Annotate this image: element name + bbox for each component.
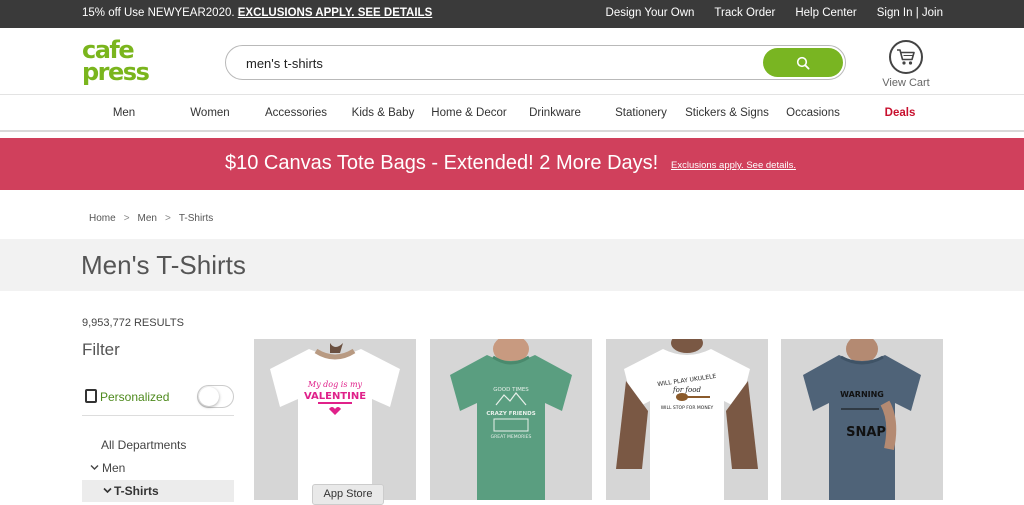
promo-code-text: 15% off Use NEWYEAR2020.: [82, 7, 235, 19]
cafepress-logo[interactable]: cafe press: [82, 38, 156, 86]
site-header: cafe press men's t-shirts View Cart: [0, 28, 1024, 94]
breadcrumb-home[interactable]: Home: [89, 213, 116, 224]
product-3-text-2: for food: [672, 386, 701, 394]
toggle-knob: [199, 387, 219, 406]
category-nav: Men Women Accessories Kids & Baby Home &…: [0, 94, 1024, 132]
breadcrumb: Home > Men > T-Shirts: [89, 213, 213, 224]
product-card[interactable]: My dog is my VALENTINE: [254, 339, 416, 500]
nav-kids-baby[interactable]: Kids & Baby: [352, 107, 415, 119]
personalize-icon: [85, 389, 97, 403]
shopping-cart-icon: [897, 49, 915, 65]
chevron-down-icon: [103, 487, 112, 494]
chevron-down-icon: [90, 465, 99, 470]
utility-links: Design Your Own Track Order Help Center …: [606, 7, 943, 19]
cart-icon-circle: [889, 40, 923, 74]
promo-text: 15% off Use NEWYEAR2020. EXCLUSIONS APPL…: [82, 7, 432, 19]
product-image: GOOD TIMES CRAZY FRIENDS GREAT MEMORIES: [430, 339, 592, 500]
banner-details-link[interactable]: Exclusions apply. See details.: [671, 160, 796, 171]
tshirts-category-label: T-Shirts: [114, 484, 159, 498]
help-center-link[interactable]: Help Center: [795, 7, 856, 19]
promo-banner[interactable]: $10 Canvas Tote Bags - Extended! 2 More …: [0, 138, 1024, 190]
page-title: Men's T-Shirts: [81, 250, 246, 280]
breadcrumb-separator: >: [123, 213, 130, 224]
design-your-own-link[interactable]: Design Your Own: [606, 7, 695, 19]
product-1-text-1: My dog is my: [307, 380, 363, 389]
search-input[interactable]: men's t-shirts: [246, 56, 323, 71]
product-4-text-1: WARNING: [840, 390, 884, 399]
product-card[interactable]: GOOD TIMES CRAZY FRIENDS GREAT MEMORIES: [430, 339, 592, 500]
product-card[interactable]: WILL PLAY UKULELE for food WILL STOP FOR…: [606, 339, 768, 500]
breadcrumb-tshirts: T-Shirts: [178, 213, 214, 224]
men-category-label: Men: [102, 461, 126, 475]
product-3-text-3: WILL STOP FOR MONEY: [661, 405, 714, 411]
product-2-text-2: CRAZY FRIENDS: [486, 411, 535, 417]
nav-stickers-signs[interactable]: Stickers & Signs: [685, 107, 769, 119]
nav-occasions[interactable]: Occasions: [786, 107, 840, 119]
breadcrumb-men[interactable]: Men: [138, 213, 157, 224]
nav-deals[interactable]: Deals: [885, 107, 916, 119]
personalized-filter: Personalized: [82, 378, 234, 416]
product-2-text-3: GREAT MEMORIES: [491, 434, 532, 440]
product-2-text-1: GOOD TIMES: [493, 387, 529, 393]
view-cart-button[interactable]: View Cart: [878, 40, 934, 89]
all-departments-link[interactable]: All Departments: [101, 438, 186, 452]
product-image: My dog is my VALENTINE: [254, 339, 416, 500]
sign-in-join-link[interactable]: Sign In | Join: [877, 7, 943, 19]
search-icon: [796, 56, 810, 70]
promo-bar: 15% off Use NEWYEAR2020. EXCLUSIONS APPL…: [0, 0, 1024, 28]
app-store-badge[interactable]: App Store: [312, 484, 384, 505]
nav-home-decor[interactable]: Home & Decor: [431, 107, 506, 119]
view-cart-label: View Cart: [882, 77, 930, 89]
banner-headline: $10 Canvas Tote Bags - Extended! 2 More …: [225, 152, 659, 174]
breadcrumb-separator: >: [164, 213, 171, 224]
product-image: WILL PLAY UKULELE for food WILL STOP FOR…: [606, 339, 768, 500]
nav-women[interactable]: Women: [190, 107, 229, 119]
nav-accessories[interactable]: Accessories: [265, 107, 327, 119]
product-image: WARNING SNAP: [781, 339, 943, 500]
logo-line-2: press: [82, 58, 150, 86]
search-button[interactable]: [763, 48, 843, 77]
nav-stationery[interactable]: Stationery: [615, 107, 667, 119]
product-1-text-2: VALENTINE: [304, 391, 366, 402]
product-4-text-2: SNAP: [846, 425, 886, 440]
search-bar[interactable]: men's t-shirts: [225, 45, 846, 80]
title-band: Men's T-Shirts: [0, 239, 1024, 291]
men-category[interactable]: Men: [90, 461, 125, 475]
personalized-label: Personalized: [100, 390, 170, 404]
nav-men[interactable]: Men: [113, 107, 135, 119]
nav-drinkware[interactable]: Drinkware: [529, 107, 581, 119]
filter-heading: Filter: [82, 340, 120, 359]
personalized-toggle[interactable]: [197, 385, 234, 408]
results-count: 9,953,772 RESULTS: [82, 317, 184, 329]
track-order-link[interactable]: Track Order: [714, 7, 775, 19]
tshirts-category[interactable]: T-Shirts: [82, 480, 234, 502]
promo-details-link[interactable]: EXCLUSIONS APPLY. SEE DETAILS: [238, 7, 432, 19]
product-card[interactable]: WARNING SNAP: [781, 339, 943, 500]
